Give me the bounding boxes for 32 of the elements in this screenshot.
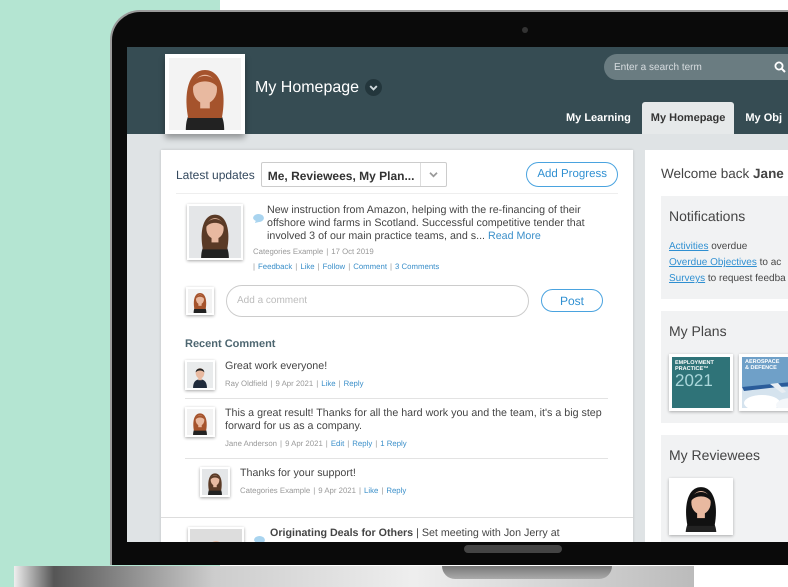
add-progress-button[interactable]: Add Progress (526, 162, 618, 188)
feed-heading: Latest updates (176, 166, 255, 184)
notification-link[interactable]: Surveys (669, 273, 706, 284)
read-more-link[interactable]: Read More (488, 230, 541, 242)
post-text: New instruction from Amazon, helping with the re-financing of their offshore wind farms in Scotland. Successful competitive tender that involved 3 of our main practice teams, and s... Read More (267, 204, 585, 244)
panel-title: My Plans (669, 322, 728, 342)
camera-icon (522, 27, 528, 33)
panel-title: Notifications (669, 207, 746, 226)
nav-tab[interactable]: My Obj (736, 102, 788, 134)
panel-title: My Reviewees (669, 446, 762, 466)
notification-text: overdue (710, 241, 748, 252)
comment-text: Thanks for your support! (240, 466, 357, 480)
notification-link[interactable]: Overdue Objectives (669, 257, 757, 268)
chevron-down-icon[interactable] (365, 79, 382, 96)
comment-text: Great work everyone! (225, 360, 328, 374)
filter-dropdown[interactable]: Me, Reviewees, My Plan... (260, 162, 448, 188)
notification-link[interactable]: Activities (669, 241, 708, 252)
nav-tab[interactable]: My Learning (557, 102, 640, 134)
welcome-text: Welcome back Jane (661, 165, 785, 183)
comment-text: This a great result! Thanks for all the hard work you and the team, it's a big step forward for us as a company. (225, 407, 603, 434)
caret-icon (429, 171, 438, 178)
search-field[interactable]: Enter a search term (604, 54, 788, 80)
section-heading: Recent Comment (185, 336, 276, 352)
search-icon[interactable] (774, 61, 786, 73)
nav-tab[interactable]: My Homepage (642, 102, 734, 134)
post-button[interactable]: Post (541, 289, 603, 312)
page-title: My Homepage (255, 78, 360, 98)
speech-bubble-icon (253, 214, 264, 223)
post-text: Originating Deals for Others | Set meeting with Jon Jerry at (270, 526, 560, 541)
comment-field[interactable]: Add a comment (226, 284, 529, 317)
notification-text: to ac (758, 257, 782, 268)
notification-text: to request feedba (706, 273, 786, 284)
